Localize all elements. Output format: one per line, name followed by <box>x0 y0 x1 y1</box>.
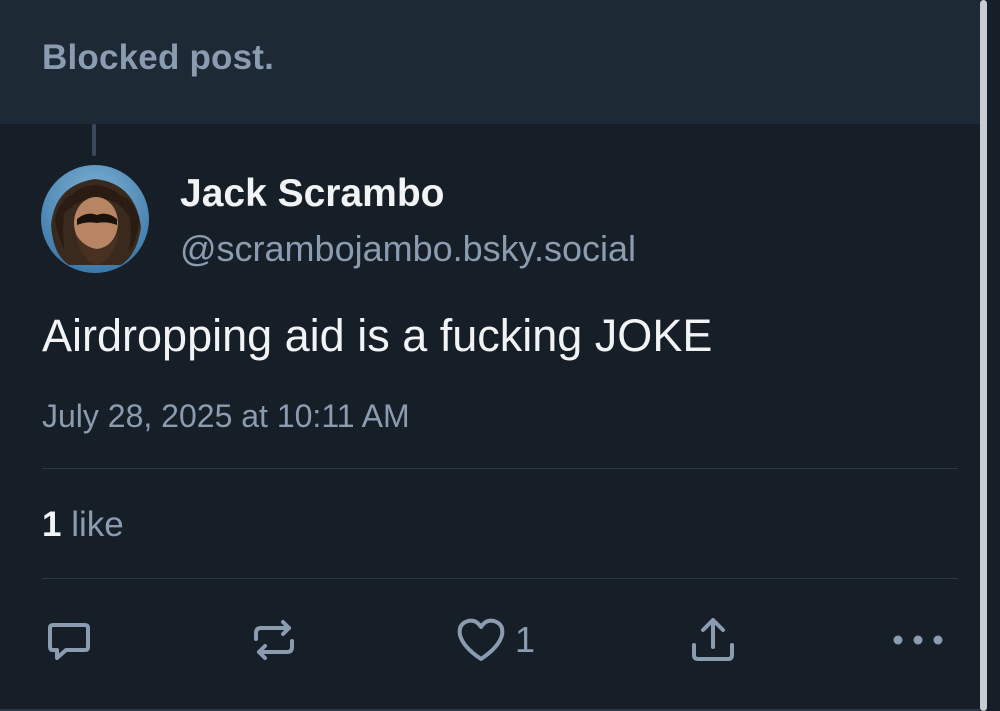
divider <box>42 578 958 579</box>
divider <box>42 468 958 469</box>
repost-button[interactable] <box>249 612 299 668</box>
reply-button[interactable] <box>44 612 94 668</box>
author-display-name[interactable]: Jack Scrambo <box>180 172 445 216</box>
avatar[interactable] <box>41 165 149 273</box>
scrollbar[interactable] <box>980 0 987 711</box>
post-text: Airdropping aid is a fucking JOKE <box>42 310 713 361</box>
more-options-button[interactable] <box>890 612 946 668</box>
post-timestamp: July 28, 2025 at 10:11 AM <box>42 398 410 434</box>
avatar-image <box>41 165 149 273</box>
heart-icon <box>457 618 505 661</box>
reply-icon <box>48 623 90 660</box>
author-handle[interactable]: @scrambojambo.bsky.social <box>180 228 636 270</box>
thread-connector-line <box>92 124 96 156</box>
likes-summary[interactable]: 1 like <box>42 505 124 545</box>
share-button[interactable] <box>688 612 738 668</box>
blocked-post-banner[interactable]: Blocked post. <box>0 0 980 124</box>
blocked-post-label: Blocked post. <box>42 38 275 77</box>
like-count: 1 <box>515 619 536 660</box>
more-icon <box>893 635 943 645</box>
repost-icon <box>254 620 294 660</box>
likes-count: 1 <box>42 505 62 544</box>
share-icon <box>692 618 734 661</box>
like-button[interactable]: 1 <box>455 612 535 668</box>
likes-label: like <box>71 505 124 544</box>
